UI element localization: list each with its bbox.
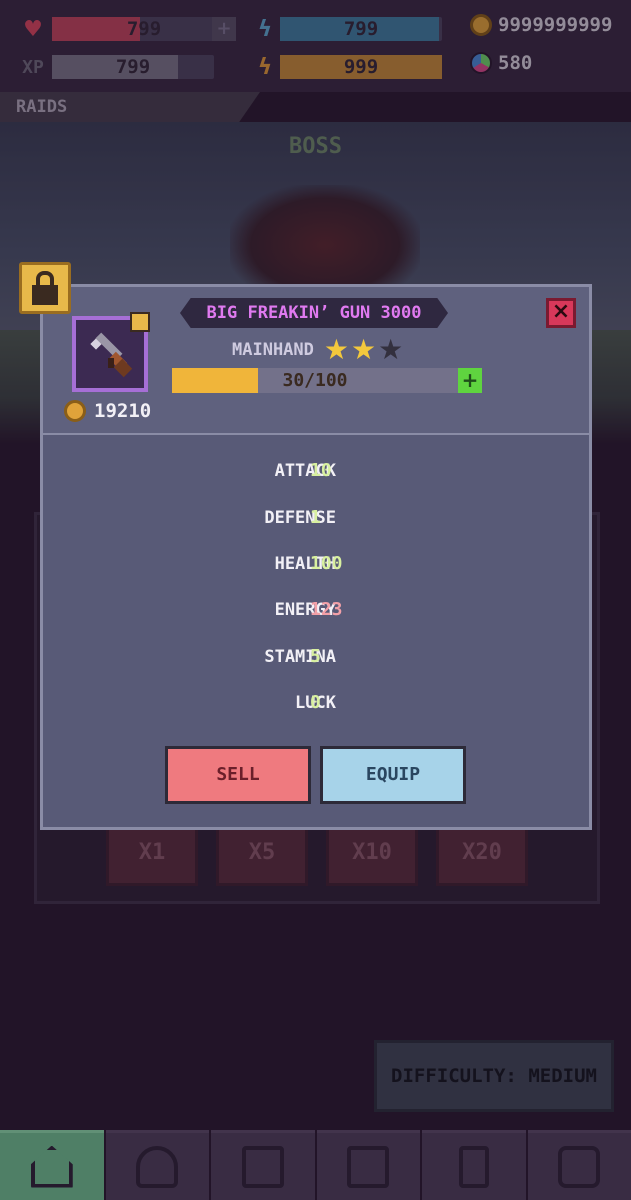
item-xp-bar: 30/100 [172, 368, 458, 393]
stat-value: 5 [310, 646, 321, 667]
star-icon: ★ [378, 333, 404, 366]
item-locked-icon [130, 312, 150, 332]
item-xp-text: 30/100 [282, 370, 348, 391]
coin-icon [64, 400, 86, 422]
close-button[interactable]: × [546, 298, 576, 328]
upgrade-plus-button[interactable]: + [458, 368, 482, 393]
lock-icon [22, 265, 68, 311]
item-slot: MAINHAND [232, 340, 314, 360]
stat-row: HEALTH 100 [40, 549, 592, 579]
stat-name: DEFENSE [264, 508, 336, 528]
stat-value: 1 [310, 507, 321, 528]
stat-row: DEFENSE 1 [40, 503, 592, 533]
stat-row: ATTACK 10 [40, 456, 592, 486]
item-name: BIG FREAKIN’ GUN 3000 [206, 303, 422, 323]
item-price: 19210 [64, 400, 151, 422]
sell-button[interactable]: SELL [165, 746, 311, 804]
stat-value: 10 [310, 460, 332, 481]
item-name-banner: BIG FREAKIN’ GUN 3000 [180, 298, 448, 328]
star-icon: ★ [351, 333, 377, 366]
item-price-value: 19210 [94, 400, 152, 422]
equip-button[interactable]: EQUIP [320, 746, 466, 804]
stat-row: STAMINA 5 [40, 642, 592, 672]
stat-value: 123 [310, 599, 343, 620]
item-slot-row: MAINHAND ★★★ [232, 336, 405, 364]
stat-row: ENERGY 123 [40, 595, 592, 625]
close-icon: × [551, 299, 571, 324]
gun-icon [90, 332, 133, 378]
lock-button[interactable] [19, 262, 71, 314]
item-stars: ★★★ [324, 336, 405, 364]
stat-value: 0 [310, 692, 321, 713]
star-icon: ★ [323, 333, 349, 366]
stat-row: LUCK 0 [40, 688, 592, 718]
stat-name: STAMINA [264, 647, 336, 667]
stat-value: 100 [310, 553, 343, 574]
